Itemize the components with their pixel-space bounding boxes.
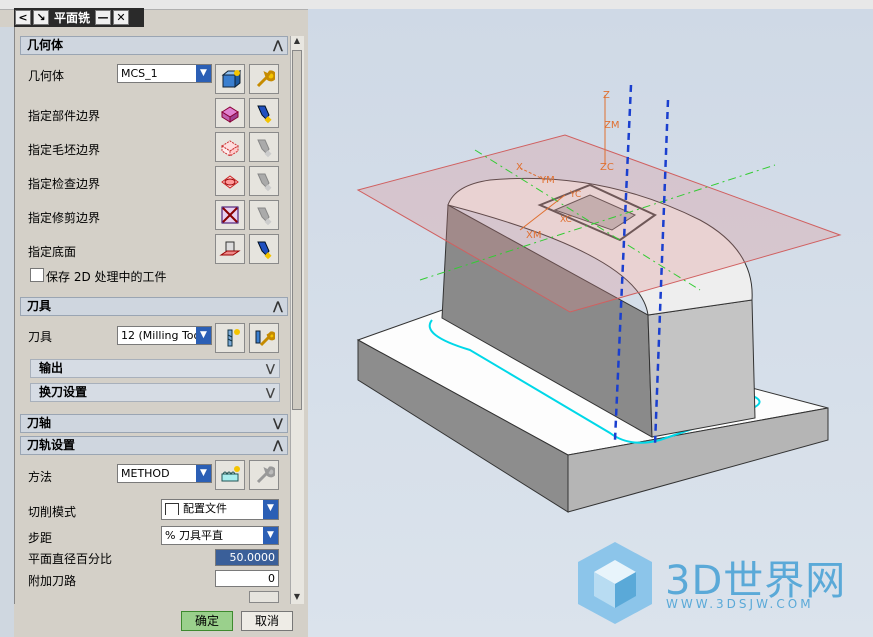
axis-label-yc: YC — [569, 190, 581, 200]
axis-label-xm: XM — [526, 230, 541, 241]
watermark-url: WWW.3DSJW.COM — [666, 597, 814, 611]
axis-label-xc: XC — [560, 215, 572, 225]
part-model-view: Z ZM ZC YM X YC XC XM — [356, 84, 842, 513]
axis-label-ym: YM — [539, 175, 555, 186]
floor-plane — [356, 134, 842, 313]
axis-label-zc: ZC — [600, 162, 614, 173]
watermark-cube-logo — [578, 542, 652, 624]
axis-label-z: Z — [603, 90, 610, 101]
axis-label-zm: ZM — [604, 120, 619, 131]
boss-front-face — [647, 299, 756, 438]
axis-label-x: X — [516, 162, 523, 173]
